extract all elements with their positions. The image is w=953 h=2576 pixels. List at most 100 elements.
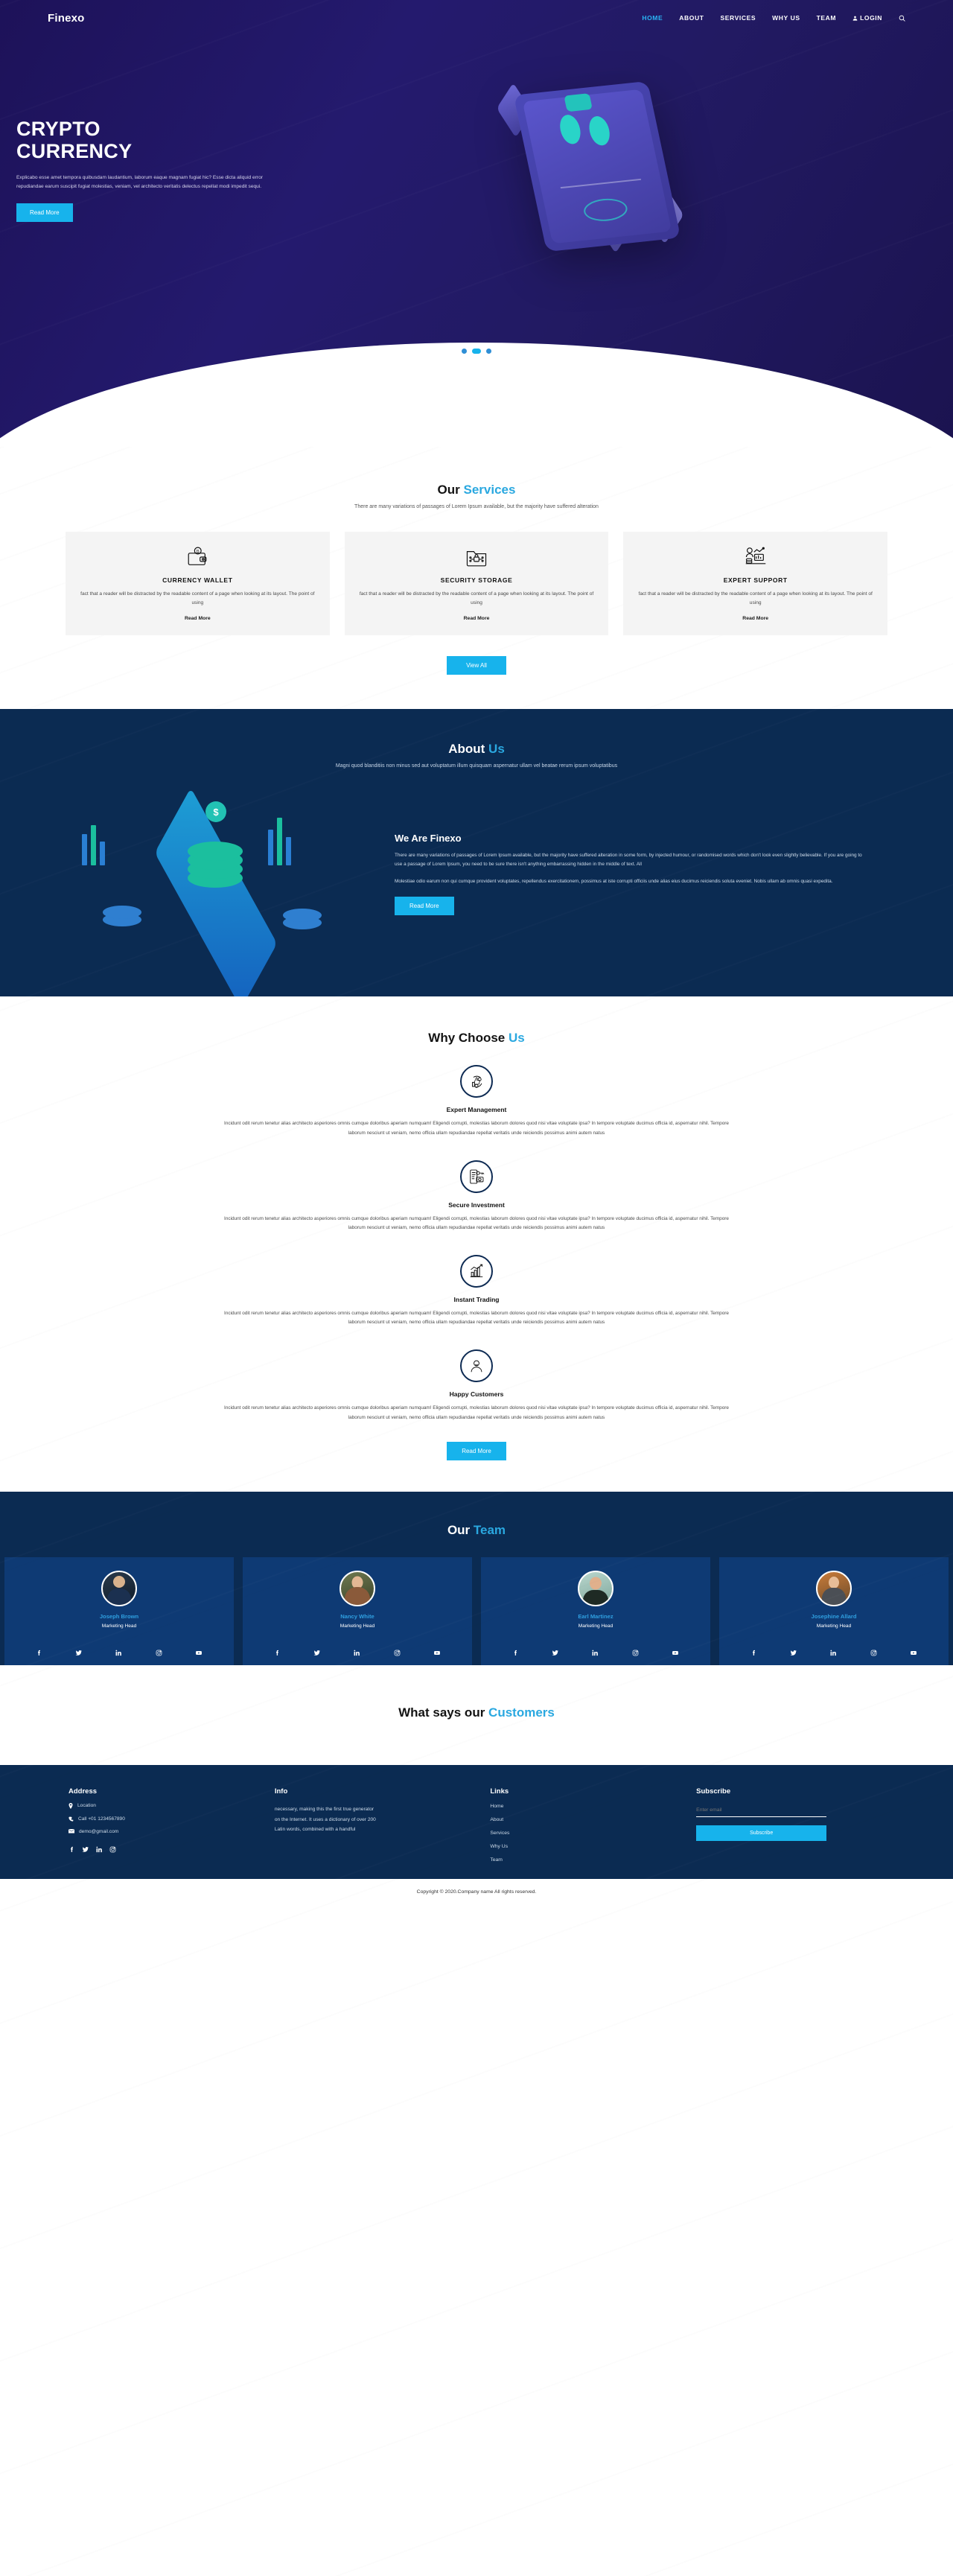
hero-title-line-1: CRYPTO bbox=[16, 118, 101, 141]
nav-item-home[interactable]: HOME bbox=[642, 14, 663, 22]
service-read-more-link[interactable]: Read More bbox=[464, 616, 490, 621]
youtube-icon[interactable] bbox=[910, 1650, 917, 1656]
facebook-icon[interactable] bbox=[750, 1650, 757, 1656]
customers-title-accent: Customers bbox=[488, 1705, 555, 1720]
team-member-card[interactable]: Earl Martinez Marketing Head bbox=[481, 1556, 710, 1665]
footer-socials bbox=[68, 1846, 257, 1853]
nav-links: HOME ABOUT SERVICES WHY US TEAM LOGIN bbox=[642, 14, 905, 22]
service-card-title: SECURITY STORAGE bbox=[440, 576, 513, 584]
avatar bbox=[578, 1570, 613, 1606]
why-read-more-button[interactable]: Read More bbox=[447, 1441, 506, 1460]
brand-logo[interactable]: Finexo bbox=[48, 12, 85, 25]
footer-email-line: demo@gmail.com bbox=[68, 1829, 257, 1834]
instagram-icon[interactable] bbox=[109, 1846, 116, 1853]
view-all-button[interactable]: View All bbox=[447, 656, 506, 675]
service-card-text: fact that a reader will be distracted by… bbox=[359, 591, 594, 606]
service-card-title: CURRENCY WALLET bbox=[162, 576, 233, 584]
team-title-lead: Our bbox=[447, 1522, 474, 1537]
service-read-more-link[interactable]: Read More bbox=[742, 616, 768, 621]
slider-dot-2[interactable] bbox=[472, 349, 481, 354]
subscribe-email-input[interactable] bbox=[696, 1807, 827, 1817]
copyright-text: Copyright © 2020.Company name All rights… bbox=[416, 1889, 537, 1895]
services-subtitle: There are many variations of passages of… bbox=[354, 504, 599, 509]
footer-link-about[interactable]: About bbox=[490, 1817, 678, 1822]
nav-item-login[interactable]: LOGIN bbox=[852, 14, 882, 22]
customers-title-lead: What says our bbox=[398, 1705, 489, 1720]
nav-item-services[interactable]: SERVICES bbox=[721, 14, 756, 22]
hero-text-block: CRYPTO CURRENCY Explicabo esse amet temp… bbox=[0, 118, 313, 222]
folder-lock-icon bbox=[357, 544, 597, 570]
about-content-row: $ We Are Finexo There are many variation… bbox=[60, 788, 893, 997]
facebook-icon[interactable] bbox=[274, 1650, 281, 1656]
team-section: Our Team Joseph Brown Marketing Head Nan… bbox=[0, 1491, 953, 1665]
instagram-icon[interactable] bbox=[394, 1650, 401, 1656]
why-title: Why Choose Us bbox=[60, 1031, 893, 1046]
subscribe-button[interactable]: Subscribe bbox=[696, 1825, 827, 1841]
team-member-name: Nancy White bbox=[340, 1612, 374, 1620]
slider-dot-3[interactable] bbox=[486, 349, 491, 354]
service-card[interactable]: B CURRENCY WALLET fact that a reader wil… bbox=[66, 532, 330, 636]
twitter-icon[interactable] bbox=[82, 1846, 89, 1853]
twitter-icon[interactable] bbox=[790, 1650, 797, 1656]
instagram-icon[interactable] bbox=[156, 1650, 162, 1656]
nav-item-why-us[interactable]: WHY US bbox=[772, 14, 800, 22]
expert-chart-icon bbox=[635, 544, 876, 570]
customers-section: What says our Customers bbox=[0, 1664, 953, 1765]
linkedin-icon[interactable] bbox=[592, 1650, 599, 1656]
hero-content: CRYPTO CURRENCY Explicabo esse amet temp… bbox=[0, 36, 953, 267]
team-member-card[interactable]: Nancy White Marketing Head bbox=[243, 1556, 472, 1665]
why-item-text: Incidunt odit rerum tenetur alias archit… bbox=[224, 1121, 729, 1136]
youtube-icon[interactable] bbox=[195, 1650, 203, 1656]
search-icon[interactable] bbox=[899, 15, 905, 22]
team-member-card[interactable]: Joseph Brown Marketing Head bbox=[4, 1556, 234, 1665]
nav-item-team[interactable]: TEAM bbox=[817, 14, 836, 22]
footer-address-column: Address Location Call +01 1234567890 dem… bbox=[68, 1787, 257, 1863]
user-icon bbox=[852, 16, 858, 21]
about-read-more-button[interactable]: Read More bbox=[395, 897, 454, 916]
slider-dot-1[interactable] bbox=[462, 349, 467, 354]
linkedin-icon[interactable] bbox=[96, 1846, 103, 1853]
youtube-icon[interactable] bbox=[433, 1650, 441, 1656]
twitter-icon[interactable] bbox=[75, 1650, 83, 1656]
service-card[interactable]: EXPERT SUPPORT fact that a reader will b… bbox=[623, 532, 888, 636]
footer-address-heading: Address bbox=[68, 1787, 98, 1796]
why-item: Instant Trading Incidunt odit rerum tene… bbox=[60, 1255, 893, 1327]
footer-info-heading: Info bbox=[274, 1787, 288, 1796]
services-card-list: B CURRENCY WALLET fact that a reader wil… bbox=[60, 532, 893, 636]
team-member-socials bbox=[488, 1638, 703, 1665]
phone-icon bbox=[68, 1816, 74, 1822]
footer-link-team[interactable]: Team bbox=[490, 1857, 678, 1863]
coin-shape bbox=[564, 93, 593, 112]
why-item: Happy Customers Incidunt odit rerum tene… bbox=[60, 1349, 893, 1422]
facebook-icon[interactable] bbox=[68, 1846, 75, 1853]
hero-section: Finexo HOME ABOUT SERVICES WHY US TEAM L… bbox=[0, 0, 953, 447]
youtube-icon[interactable] bbox=[672, 1650, 679, 1656]
why-item-text: Incidunt odit rerum tenetur alias archit… bbox=[224, 1215, 729, 1230]
team-member-socials bbox=[250, 1638, 465, 1665]
instagram-icon[interactable] bbox=[870, 1650, 877, 1656]
nav-item-about[interactable]: ABOUT bbox=[679, 14, 704, 22]
services-title: Our Services bbox=[60, 483, 893, 497]
hero-read-more-button[interactable]: Read More bbox=[16, 203, 73, 222]
instagram-icon[interactable] bbox=[632, 1650, 639, 1656]
service-card[interactable]: SECURITY STORAGE fact that a reader will… bbox=[344, 532, 609, 636]
facebook-icon[interactable] bbox=[36, 1650, 42, 1656]
why-title-lead: Why Choose bbox=[428, 1031, 509, 1046]
facebook-icon[interactable] bbox=[512, 1650, 519, 1656]
why-item-title: Secure Investment bbox=[448, 1200, 505, 1209]
services-title-lead: Our bbox=[437, 483, 464, 497]
linkedin-icon[interactable] bbox=[354, 1650, 360, 1656]
twitter-icon[interactable] bbox=[313, 1650, 321, 1656]
services-section: Our Services There are many variations o… bbox=[0, 447, 953, 710]
footer-link-home[interactable]: Home bbox=[490, 1804, 678, 1809]
services-title-accent: Services bbox=[463, 483, 516, 497]
footer-link-services[interactable]: Services bbox=[490, 1831, 678, 1836]
team-member-card[interactable]: Josephine Allard Marketing Head bbox=[719, 1556, 949, 1665]
linkedin-icon[interactable] bbox=[115, 1650, 122, 1656]
about-section: About Us Magni quod blanditiis non minus… bbox=[0, 709, 953, 997]
service-read-more-link[interactable]: Read More bbox=[185, 616, 211, 621]
twitter-icon[interactable] bbox=[552, 1650, 559, 1656]
linkedin-icon[interactable] bbox=[830, 1650, 837, 1656]
team-member-role: Marketing Head bbox=[816, 1623, 852, 1629]
footer-link-why-us[interactable]: Why Us bbox=[490, 1844, 678, 1849]
